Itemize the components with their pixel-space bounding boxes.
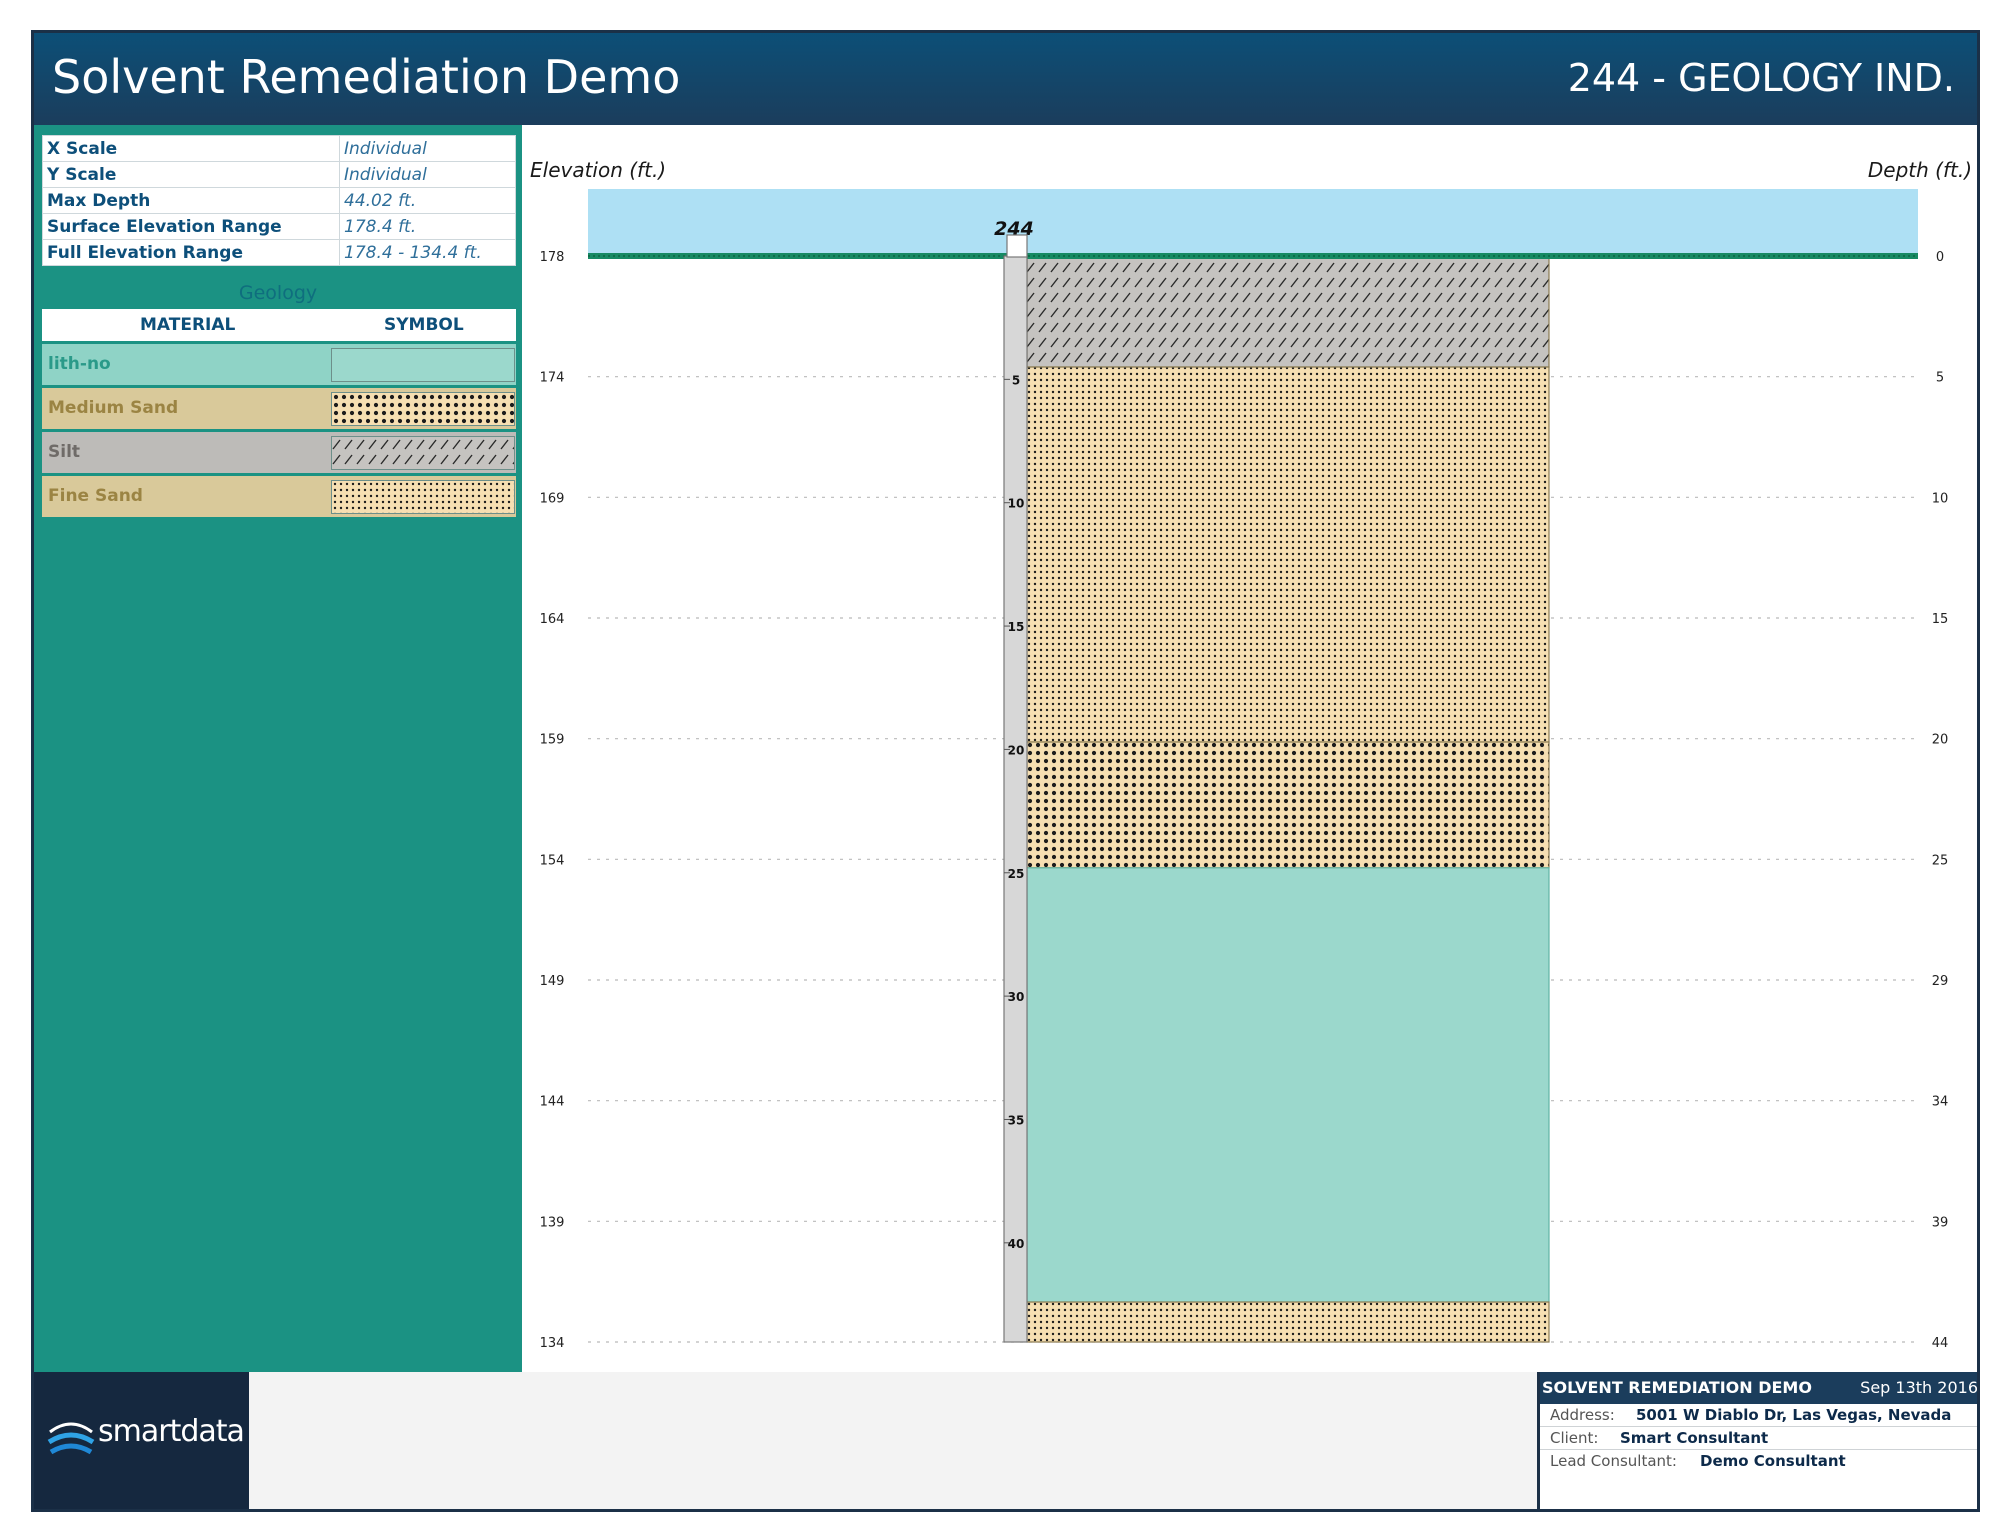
depth-tick-label: 39 [1932, 1215, 1949, 1230]
lead-label: Lead Consultant: [1550, 1452, 1677, 1470]
depth-tick-label: 44 [1932, 1336, 1949, 1351]
layer-medium-sand [1026, 741, 1550, 869]
layer-silt [1026, 255, 1550, 368]
legend-symbol-none [331, 348, 515, 382]
elevation-tick-label: 164 [540, 612, 565, 627]
depth-tick-label: 25 [1932, 853, 1949, 868]
info-key: Y Scale [42, 161, 340, 188]
info-row: Full Elevation Range 178.4 - 134.4 ft. [42, 239, 516, 266]
info-row: Surface Elevation Range 178.4 ft. [42, 213, 516, 240]
info-value: Individual [339, 135, 516, 162]
logo-text: smartdata [98, 1414, 245, 1449]
address-label: Address: [1550, 1406, 1615, 1424]
lead-line: Lead Consultant: Demo Consultant [1540, 1450, 1977, 1472]
elevation-tick-label: 154 [540, 853, 565, 868]
info-key: X Scale [42, 135, 340, 162]
layer-fine-sand [1026, 1301, 1550, 1343]
info-value: 178.4 - 134.4 ft. [339, 239, 516, 266]
elevation-tick-label: 178 [540, 250, 565, 265]
legend-row-lith-no: lith-no [42, 344, 516, 385]
legend-symbol-header: SYMBOL [384, 315, 464, 335]
legend-row-medium-sand: Medium Sand [42, 388, 516, 429]
sky-band [588, 189, 1918, 253]
depth-tick-label: 20 [1932, 733, 1949, 748]
casing-tick-label: 20 [1008, 743, 1025, 757]
client-value: Smart Consultant [1620, 1429, 1769, 1447]
legend-row-silt: Silt [42, 432, 516, 473]
legend-material-header: MATERIAL [140, 315, 236, 335]
info-row: Max Depth 44.02 ft. [42, 187, 516, 214]
elevation-tick-label: 149 [540, 974, 565, 989]
geology-title: Geology [238, 282, 318, 304]
well-title: 244 - GEOLOGY IND. [1567, 56, 1955, 100]
project-info-box: SOLVENT REMEDIATION DEMO Sep 13th 2016 A… [1537, 1372, 1978, 1509]
info-row: Y Scale Individual [42, 161, 516, 188]
legend-symbol-hatch [331, 436, 515, 470]
casing-tick-label: 25 [1008, 867, 1025, 881]
depth-tick-label: 29 [1932, 974, 1949, 989]
elevation-tick-label: 139 [540, 1215, 565, 1230]
info-key: Surface Elevation Range [42, 213, 340, 240]
depth-tick-label: 10 [1932, 491, 1949, 506]
elevation-axis-label: Elevation (ft.) [530, 158, 666, 182]
lead-value: Demo Consultant [1700, 1452, 1846, 1470]
casing-tick-label: 30 [1008, 990, 1025, 1004]
info-value: 44.02 ft. [339, 187, 516, 214]
depth-tick-label: 0 [1936, 250, 1944, 265]
casing-tick-label: 40 [1008, 1237, 1025, 1251]
legend-symbol-fine-dots [331, 480, 515, 514]
casing-tick-label: 15 [1008, 620, 1025, 634]
casing-tick-label: 10 [1008, 497, 1025, 511]
company-logo: smartdata [34, 1372, 249, 1509]
depth-tick-label: 15 [1932, 612, 1949, 627]
elevation-tick-label: 134 [540, 1336, 565, 1351]
info-key: Full Elevation Range [42, 239, 340, 266]
legend-material-name: lith-no [48, 354, 111, 374]
depth-axis-label: Depth (ft.) [1868, 158, 1972, 182]
elevation-tick-label: 144 [540, 1095, 565, 1110]
info-value: Individual [339, 161, 516, 188]
report-frame: Solvent Remediation Demo 244 - GEOLOGY I… [31, 30, 1980, 1512]
address-value: 5001 W Diablo Dr, Las Vegas, Nevada [1636, 1406, 1952, 1424]
well-cap [1006, 234, 1028, 258]
legend-material-name: Silt [48, 442, 81, 462]
geology-plot: Elevation (ft.) Depth (ft.) 244 5 10 15 20 2… [522, 125, 1977, 1372]
info-key: Max Depth [42, 187, 340, 214]
project-date: Sep 13th 2016 [1860, 1378, 1978, 1397]
legend-material-name: Fine Sand [48, 486, 143, 506]
project-name: SOLVENT REMEDIATION DEMO [1542, 1378, 1812, 1397]
info-table: X Scale Individual Y Scale Individual Max … [42, 135, 516, 266]
geology-plot-svg: Elevation (ft.) Depth (ft.) 244 51015202… [530, 158, 1972, 1351]
address-line: Address: 5001 W Diablo Dr, Las Vegas, Ne… [1540, 1404, 1977, 1427]
logo-wave-icon [47, 1422, 95, 1455]
depth-tick-label: 34 [1932, 1095, 1949, 1110]
casing-tick-label: 35 [1008, 1113, 1025, 1127]
report-footer: smartdata SOLVENT REMEDIATION DEMO Sep 1… [34, 1372, 1977, 1509]
client-line: Client: Smart Consultant [1540, 1427, 1977, 1450]
project-info-bar: SOLVENT REMEDIATION DEMO Sep 13th 2016 [1540, 1372, 1978, 1404]
layer-lith-no [1026, 867, 1550, 1303]
info-row: X Scale Individual [42, 135, 516, 162]
report-title: Solvent Remediation Demo [52, 50, 681, 104]
depth-tick-label: 5 [1936, 371, 1944, 386]
casing-tick-label: 5 [1012, 373, 1020, 387]
legend-material-name: Medium Sand [48, 398, 179, 418]
legend-row-fine-sand: Fine Sand [42, 476, 516, 517]
layer-fine-sand [1026, 366, 1550, 743]
well-casing [1003, 255, 1028, 1343]
elevation-tick-label: 174 [540, 371, 565, 386]
legend-header: MATERIAL SYMBOL [42, 309, 516, 344]
elevation-tick-label: 169 [540, 491, 565, 506]
report-header: Solvent Remediation Demo 244 - GEOLOGY I… [34, 33, 1977, 125]
sidebar: X Scale Individual Y Scale Individual Max … [34, 125, 522, 1372]
client-label: Client: [1550, 1429, 1599, 1447]
elevation-tick-label: 159 [540, 733, 565, 748]
info-value: 178.4 ft. [339, 213, 516, 240]
legend-symbol-medium-dots [331, 392, 515, 426]
